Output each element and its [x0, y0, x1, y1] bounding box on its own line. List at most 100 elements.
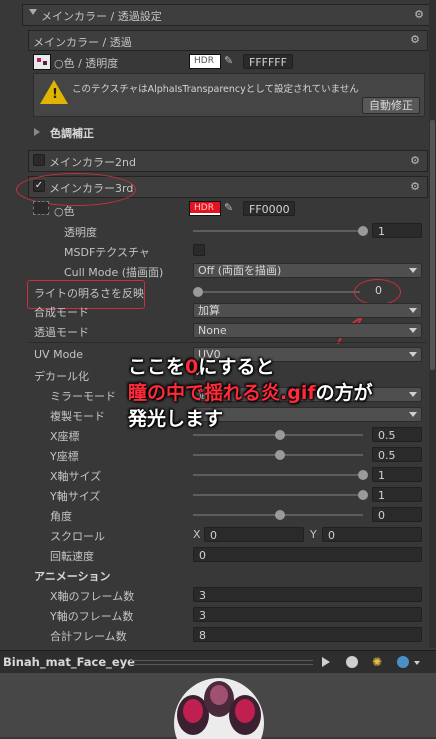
gear-icon[interactable]: ⚙ — [409, 155, 421, 167]
xsize-slider-track[interactable] — [193, 474, 363, 476]
copy-mode-dropdown[interactable] — [193, 407, 422, 422]
xpos-slider-thumb[interactable] — [275, 430, 285, 440]
ysize-label: Y軸サイズ — [50, 490, 101, 503]
annotation-text: にすると — [198, 356, 275, 378]
annotation-text: ここを — [128, 356, 186, 378]
mirror-mode-label: ミラーモード — [50, 390, 116, 403]
light-reflect-label: ライトの明るさを反映 — [34, 287, 144, 300]
foldout-arrow-icon[interactable] — [34, 128, 40, 136]
main3-hex-field[interactable]: FF0000 — [243, 201, 295, 216]
annotation-line-2: 瞳の中で揺れる炎.gifの方が — [128, 378, 373, 405]
sphere-icon[interactable] — [346, 656, 358, 668]
preview-sphere-dropdown-icon[interactable] — [397, 656, 409, 668]
xpos-value[interactable]: 0.5 — [372, 427, 422, 442]
divider — [28, 342, 426, 343]
gear-icon[interactable]: ⚙ — [409, 181, 421, 193]
color-hex-field[interactable]: FFFFFF — [243, 54, 293, 69]
yframes-label: Y軸のフレーム数 — [50, 610, 134, 623]
main-color-2nd-label: メインカラー2nd — [49, 156, 136, 169]
opacity-slider-track[interactable] — [193, 230, 363, 232]
cull-mode-value: Off (両面を描画) — [198, 264, 282, 277]
ypos-slider-thumb[interactable] — [275, 450, 285, 460]
xframes-field[interactable]: 3 — [193, 587, 422, 602]
copy-mode-label: 複製モード — [50, 410, 105, 423]
hdr-label: HDR — [194, 56, 214, 66]
ypos-value[interactable]: 0.5 — [372, 447, 422, 462]
chevron-down-icon[interactable] — [414, 661, 420, 665]
texture-slot-empty[interactable] — [33, 201, 49, 215]
material-name: Binah_mat_Face_eye — [3, 655, 135, 669]
auto-fix-label: 自動修正 — [369, 99, 413, 112]
ysize-value[interactable]: 1 — [372, 487, 422, 502]
eyedropper-icon[interactable]: ✎ — [224, 201, 238, 215]
light-slider-track[interactable] — [198, 291, 360, 293]
scroll-label: スクロール — [50, 530, 105, 543]
annotation-line-1: ここを0にすると — [128, 352, 274, 379]
section-title: メインカラー / 透過設定 — [41, 10, 162, 23]
cull-mode-label: Cull Mode (描画面) — [64, 266, 164, 279]
subsection-title: メインカラー / 透過 — [33, 36, 132, 49]
opacity-slider-thumb[interactable] — [358, 226, 368, 236]
sub-section-header: メインカラー / 透過 ⚙ — [28, 30, 428, 51]
hdr-label: HDR — [194, 203, 214, 213]
scroll-y-field[interactable]: 0 — [322, 527, 422, 542]
rotation-speed-label: 回転速度 — [50, 550, 94, 563]
annotation-text: の方が — [315, 382, 373, 404]
animation-header: アニメーション — [34, 570, 111, 583]
rotation-speed-field[interactable]: 0 — [193, 547, 422, 562]
warning-text: このテクスチャはAlphaIsTransparencyとして設定されていません — [72, 84, 359, 95]
xsize-value[interactable]: 1 — [372, 467, 422, 482]
foldout-arrow-icon[interactable] — [29, 9, 37, 15]
total-frames-label: 合計フレーム数 — [50, 630, 127, 643]
annotation-text: 発光します — [128, 408, 224, 430]
blend-mode-label: 合成モード — [34, 306, 89, 319]
scroll-x-field[interactable]: 0 — [204, 527, 304, 542]
preview-resize-handle[interactable] — [130, 660, 313, 665]
annotation-line-3: 発光します — [128, 404, 223, 431]
total-frames-field[interactable]: 8 — [193, 627, 422, 642]
annotation-zero: 0 — [185, 356, 199, 378]
texture-thumbnail[interactable] — [33, 54, 51, 70]
decal-label: デカール化 — [34, 370, 89, 383]
eyedropper-icon[interactable]: ✎ — [224, 54, 238, 68]
hdr-color-swatch[interactable]: HDR — [189, 54, 221, 69]
main-color-2nd-header[interactable]: メインカラー2nd ⚙ — [28, 150, 428, 172]
main-color-2nd-checkbox[interactable] — [33, 154, 45, 166]
light-slider-thumb[interactable] — [193, 287, 203, 297]
scroll-y-label: Y — [310, 528, 317, 541]
angle-label: 角度 — [50, 510, 72, 523]
xsize-label: X軸サイズ — [50, 470, 102, 483]
scroll-x-label: X — [193, 528, 201, 541]
transp-mode-value: None — [198, 324, 227, 337]
yframes-field[interactable]: 3 — [193, 607, 422, 622]
blend-mode-dropdown[interactable]: 加算 — [193, 303, 422, 318]
auto-fix-button[interactable]: 自動修正 — [362, 97, 420, 114]
material-preview-sphere — [174, 678, 264, 739]
angle-slider-thumb[interactable] — [275, 510, 285, 520]
color-correction-label[interactable]: 色調補正 — [50, 125, 94, 141]
scrollbar-thumb[interactable] — [430, 120, 435, 370]
ysize-slider-thumb[interactable] — [358, 490, 368, 500]
scrollbar[interactable] — [429, 0, 436, 648]
main-color-section-header[interactable]: メインカラー / 透過設定 ⚙ — [22, 4, 432, 26]
transp-mode-dropdown[interactable]: None — [193, 323, 422, 338]
opacity-value[interactable]: 1 — [372, 223, 422, 238]
cull-mode-dropdown[interactable]: Off (両面を描画) — [193, 263, 422, 278]
light-icon[interactable]: ✺ — [372, 656, 384, 668]
angle-value[interactable]: 0 — [372, 507, 422, 522]
hdr-color-swatch-red[interactable]: HDR — [189, 201, 221, 216]
gear-icon[interactable]: ⚙ — [409, 34, 421, 46]
msdf-checkbox[interactable] — [193, 244, 205, 256]
ysize-slider-track[interactable] — [193, 494, 363, 496]
xframes-label: X軸のフレーム数 — [50, 590, 135, 603]
ypos-label: Y座標 — [50, 450, 79, 463]
gear-icon[interactable]: ⚙ — [413, 9, 425, 21]
xsize-slider-thumb[interactable] — [358, 470, 368, 480]
opacity-label: 透明度 — [64, 226, 97, 239]
uv-mode-label: UV Mode — [34, 348, 84, 361]
play-icon[interactable] — [322, 657, 330, 667]
preview-toolbar: Binah_mat_Face_eye ✺ — [0, 650, 436, 674]
transp-mode-label: 透過モード — [34, 326, 89, 339]
warning-box: ! このテクスチャはAlphaIsTransparencyとして設定されていませ… — [33, 73, 425, 117]
blend-mode-value: 加算 — [198, 304, 220, 317]
